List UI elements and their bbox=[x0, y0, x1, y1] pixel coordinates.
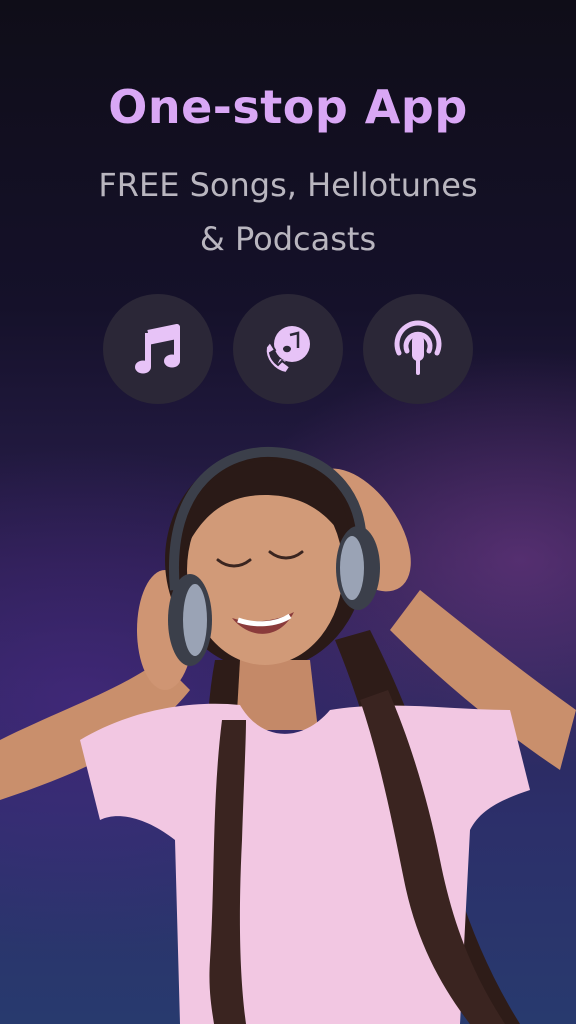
podcast-icon bbox=[394, 320, 442, 375]
songs-feature-button[interactable] bbox=[103, 294, 213, 404]
hellotune-phone-icon bbox=[264, 326, 310, 375]
woman-with-headphones-illustration bbox=[0, 446, 576, 1024]
onboarding-subtitle-line2: & Podcasts bbox=[199, 220, 377, 258]
onboarding-screen: One-stop App FREE Songs, Hellotunes & Po… bbox=[0, 0, 576, 1024]
feature-icon-row bbox=[103, 294, 473, 404]
music-note-icon bbox=[135, 324, 180, 374]
hellotunes-feature-button[interactable] bbox=[233, 294, 343, 404]
onboarding-subtitle-line1: FREE Songs, Hellotunes bbox=[98, 166, 478, 204]
onboarding-title: One-stop App bbox=[108, 80, 468, 134]
podcasts-feature-button[interactable] bbox=[363, 294, 473, 404]
